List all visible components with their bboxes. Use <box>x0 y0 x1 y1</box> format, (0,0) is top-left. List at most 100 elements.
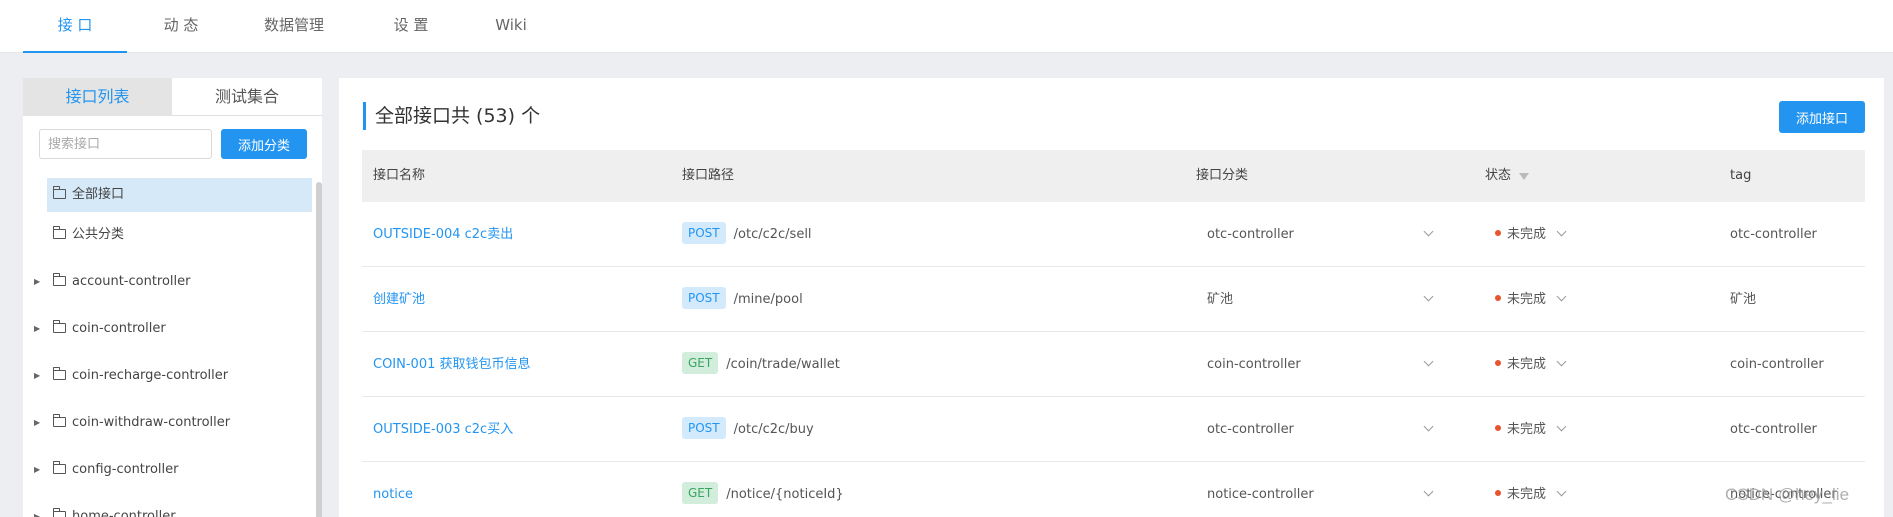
status-select[interactable]: 未完成 <box>1495 397 1567 462</box>
tab-activity[interactable]: 动 态 <box>141 0 221 53</box>
folder-icon <box>53 186 66 199</box>
method-badge: POST <box>682 287 726 309</box>
tree-item-coin-recharge-controller[interactable]: ▶ coin-recharge-controller <box>34 359 229 393</box>
folder-icon <box>53 367 66 380</box>
chevron-down-icon[interactable] <box>1556 226 1567 237</box>
tree-item-home-controller[interactable]: ▶ home-controller <box>34 500 176 517</box>
tree-item-label: config-controller <box>72 462 179 477</box>
tag-text: otc-controller <box>1730 422 1817 437</box>
status-select[interactable]: 未完成 <box>1495 267 1567 332</box>
method-badge: POST <box>682 417 726 439</box>
tree-item-config-controller[interactable]: ▶ config-controller <box>34 453 179 487</box>
chevron-down-icon[interactable] <box>1556 291 1567 302</box>
tab-data-management[interactable]: 数据管理 <box>252 0 336 53</box>
api-name-link[interactable]: COIN-001 获取钱包币信息 <box>373 332 531 397</box>
api-name-link[interactable]: OUTSIDE-003 c2c买入 <box>373 397 513 462</box>
tab-test-collection[interactable]: 测试集合 <box>172 78 322 116</box>
main-panel: 全部接口共 (53) 个 添加接口 接口名称 接口路径 接口分类 状态 tag … <box>339 78 1884 517</box>
tree-item-label: coin-recharge-controller <box>72 368 229 383</box>
col-header-path: 接口路径 <box>682 168 735 183</box>
category-select[interactable]: notice-controller <box>1207 462 1314 517</box>
add-category-button[interactable]: 添加分类 <box>221 129 307 159</box>
table-row: notice GET/notice/{noticeId} notice-cont… <box>362 462 1865 517</box>
tree-item-label: coin-controller <box>72 321 166 336</box>
tab-settings[interactable]: 设 置 <box>373 0 449 53</box>
api-path: POST/otc/c2c/buy <box>682 397 814 462</box>
col-header-status-label: 状态 <box>1485 168 1512 183</box>
tab-wiki[interactable]: Wiki <box>478 0 544 53</box>
table-header: 接口名称 接口路径 接口分类 状态 tag <box>362 150 1865 202</box>
chevron-down-icon[interactable] <box>1556 356 1567 367</box>
col-header-tag: tag <box>1730 168 1752 183</box>
api-path-text: /coin/trade/wallet <box>726 357 840 372</box>
api-path-text: /otc/c2c/buy <box>733 422 814 437</box>
chevron-down-icon[interactable] <box>1556 486 1567 497</box>
chevron-down-icon[interactable] <box>1423 202 1434 267</box>
table-row: 创建矿池 POST/mine/pool 矿池 未完成 矿池 <box>362 267 1865 332</box>
chevron-down-icon[interactable] <box>1556 421 1567 432</box>
caret-right-icon[interactable]: ▶ <box>34 359 40 393</box>
caret-right-icon[interactable]: ▶ <box>34 265 40 299</box>
tree-item-label: 公共分类 <box>72 227 125 242</box>
status-text: 未完成 <box>1507 292 1547 307</box>
status-text: 未完成 <box>1507 487 1547 502</box>
tab-interface[interactable]: 接 口 <box>23 0 127 53</box>
method-badge: GET <box>682 482 719 504</box>
status-dot-icon <box>1495 360 1501 366</box>
folder-icon <box>53 461 66 474</box>
table-row: OUTSIDE-003 c2c买入 POST/otc/c2c/buy otc-c… <box>362 397 1865 462</box>
method-badge: POST <box>682 222 726 244</box>
category-tree: 全部接口 公共分类 ▶ account-controller ▶ coin-cont… <box>23 178 322 517</box>
col-header-name: 接口名称 <box>373 168 426 183</box>
title-accent-bar <box>363 102 366 130</box>
caret-right-icon[interactable]: ▶ <box>34 500 40 517</box>
category-select[interactable]: otc-controller <box>1207 397 1294 462</box>
chevron-down-icon[interactable] <box>1423 462 1434 517</box>
category-select[interactable]: 矿池 <box>1207 267 1233 332</box>
api-path-text: /notice/{noticeId} <box>726 487 844 502</box>
api-path: GET/notice/{noticeId} <box>682 462 844 517</box>
tag-text: otc-controller <box>1730 227 1817 242</box>
category-select[interactable]: otc-controller <box>1207 202 1294 267</box>
api-path: POST/otc/c2c/sell <box>682 202 812 267</box>
status-select[interactable]: 未完成 <box>1495 332 1567 397</box>
api-name-link[interactable]: 创建矿池 <box>373 267 425 332</box>
api-path-text: /mine/pool <box>733 292 803 307</box>
add-api-button[interactable]: 添加接口 <box>1779 101 1865 133</box>
caret-right-icon[interactable]: ▶ <box>34 453 40 487</box>
api-name-link[interactable]: notice <box>373 462 413 517</box>
status-select[interactable]: 未完成 <box>1495 462 1567 517</box>
tree-item-label: account-controller <box>72 274 191 289</box>
tree-item-account-controller[interactable]: ▶ account-controller <box>34 265 191 299</box>
folder-icon <box>53 320 66 333</box>
method-badge: GET <box>682 352 719 374</box>
table-row: COIN-001 获取钱包币信息 GET/coin/trade/wallet c… <box>362 332 1865 397</box>
watermark: CSDN @hey_lie <box>1725 485 1850 504</box>
tree-item-coin-controller[interactable]: ▶ coin-controller <box>34 312 166 346</box>
tree-scrollbar[interactable] <box>316 182 322 517</box>
caret-right-icon[interactable]: ▶ <box>34 406 40 440</box>
tree-item-public[interactable]: 公共分类 <box>47 218 124 252</box>
tree-item-coin-withdraw-controller[interactable]: ▶ coin-withdraw-controller <box>34 406 230 440</box>
category-select[interactable]: coin-controller <box>1207 332 1301 397</box>
search-input[interactable] <box>39 129 212 159</box>
chevron-down-icon[interactable] <box>1423 267 1434 332</box>
status-dot-icon <box>1495 295 1501 301</box>
tree-item-all[interactable]: 全部接口 <box>47 178 312 212</box>
chevron-down-icon[interactable] <box>1423 332 1434 397</box>
status-dot-icon <box>1495 425 1501 431</box>
chevron-down-icon[interactable] <box>1423 397 1434 462</box>
status-text: 未完成 <box>1507 422 1547 437</box>
status-dot-icon <box>1495 230 1501 236</box>
folder-icon <box>53 508 66 517</box>
folder-icon <box>53 273 66 286</box>
status-select[interactable]: 未完成 <box>1495 202 1567 267</box>
filter-icon[interactable] <box>1519 173 1530 180</box>
tab-api-list[interactable]: 接口列表 <box>23 78 172 116</box>
status-dot-icon <box>1495 490 1501 496</box>
folder-icon <box>53 414 66 427</box>
api-path: GET/coin/trade/wallet <box>682 332 840 397</box>
api-name-link[interactable]: OUTSIDE-004 c2c卖出 <box>373 202 513 267</box>
caret-right-icon[interactable]: ▶ <box>34 312 40 346</box>
tag-text: coin-controller <box>1730 357 1824 372</box>
